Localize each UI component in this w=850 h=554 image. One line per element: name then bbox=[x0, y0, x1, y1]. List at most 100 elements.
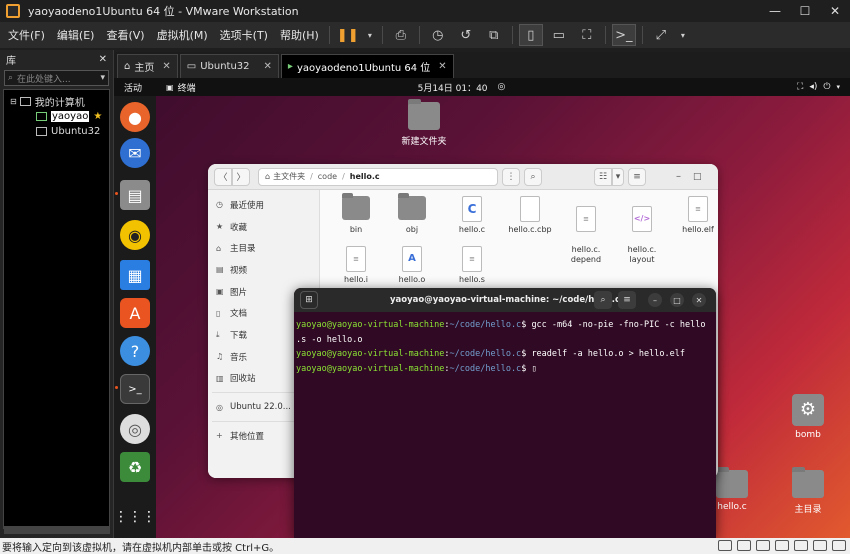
close-icon[interactable]: ✕ bbox=[438, 61, 446, 72]
vm-screen[interactable]: 活动 ▣ 终端 5月14日 01：40 ◎ ⛶ ◂) ⏻ ▾ ● ✉ ▤ ◉ ▦… bbox=[114, 78, 850, 538]
revert-snapshot-icon[interactable]: ↺ bbox=[455, 25, 477, 45]
maximize-button[interactable]: □ bbox=[693, 172, 702, 182]
new-tab-icon[interactable]: ⊞ bbox=[300, 291, 318, 309]
pause-icon[interactable]: ❚❚ bbox=[337, 25, 359, 45]
terminal-icon[interactable]: >_ bbox=[120, 374, 150, 404]
forward-button[interactable]: 〉 bbox=[232, 167, 250, 186]
cd-rom-icon[interactable] bbox=[737, 540, 751, 551]
file-item-obj[interactable]: obj bbox=[386, 193, 438, 235]
path-bar[interactable]: ⌂ 主文件夹 / code / hello.c bbox=[258, 167, 498, 186]
library-scrollbar[interactable] bbox=[4, 526, 110, 534]
fullscreen-icon[interactable]: ⛶ bbox=[576, 25, 598, 45]
file-item-hello-c-depend[interactable]: ≡ hello.c. depend bbox=[560, 196, 612, 265]
terminal-output[interactable]: yaoyao@yaoyao-virtual-machine:~/code/hel… bbox=[294, 312, 716, 376]
tab-home[interactable]: ⌂ 主页 ✕ bbox=[117, 54, 178, 78]
files-icon[interactable]: ▤ bbox=[120, 180, 150, 210]
library-search-input[interactable]: ⌕ 在此处键入... ▾ bbox=[4, 70, 109, 86]
snapshot-icon[interactable]: ◷ bbox=[427, 25, 449, 45]
network-adapter-icon[interactable] bbox=[756, 540, 770, 551]
menu-vm[interactable]: 虚拟机(M) bbox=[151, 27, 214, 43]
file-item-hello-o[interactable]: A hello.o bbox=[386, 246, 438, 285]
menu-icon[interactable]: ≡ bbox=[618, 291, 636, 309]
search-button[interactable]: ⌕ bbox=[524, 167, 542, 186]
desktop-home[interactable]: 主目录 bbox=[778, 467, 838, 515]
view-options-button[interactable]: ▾ bbox=[612, 167, 624, 186]
app-center-icon[interactable]: A bbox=[120, 298, 150, 328]
libreoffice-writer-icon[interactable]: ▦ bbox=[120, 260, 150, 290]
close-icon[interactable]: ✕ bbox=[264, 61, 272, 72]
maximize-button[interactable]: ☐ bbox=[790, 0, 820, 22]
volume-icon[interactable]: ◂) bbox=[809, 82, 817, 92]
firefox-icon[interactable]: ● bbox=[120, 102, 150, 132]
minimize-button[interactable]: – bbox=[676, 171, 681, 182]
menu-file[interactable]: 文件(F) bbox=[2, 27, 51, 43]
path-home[interactable]: 主文件夹 bbox=[273, 171, 305, 182]
file-item-hello-c[interactable]: C hello.c bbox=[446, 196, 498, 235]
file-item-bin[interactable]: bin bbox=[330, 193, 382, 235]
tree-item-yaoyao[interactable]: yaoyao ★ bbox=[4, 109, 109, 124]
power-icon[interactable]: ⏻ bbox=[823, 82, 830, 92]
file-item-hello-c-layout[interactable]: </> hello.c. layout bbox=[616, 196, 668, 265]
tab-ubuntu32[interactable]: ▭ Ubuntu32 ✕ bbox=[179, 54, 279, 78]
network-icon[interactable]: ⛶ bbox=[797, 82, 803, 92]
app-menu[interactable]: 终端 bbox=[178, 81, 196, 94]
menu-edit[interactable]: 编辑(E) bbox=[51, 27, 101, 43]
path-code[interactable]: code bbox=[318, 172, 337, 181]
send-keys-icon[interactable]: ⎙ bbox=[390, 25, 412, 45]
search-icon[interactable]: ⌕ bbox=[594, 291, 612, 309]
terminal-window[interactable]: ⊞ yaoyao@yaoyao-virtual-machine: ~/code/… bbox=[294, 288, 716, 538]
tree-root-my-computer[interactable]: ⊟ 我的计算机 bbox=[4, 94, 109, 109]
close-icon[interactable]: ✕ bbox=[162, 61, 170, 72]
chevron-down-icon[interactable]: ▾ bbox=[365, 25, 375, 45]
console-view-icon[interactable]: >_ bbox=[611, 24, 636, 46]
file-item-hello-s[interactable]: ≡ hello.s bbox=[446, 246, 498, 285]
display-icon[interactable] bbox=[832, 540, 846, 551]
help-icon[interactable]: ? bbox=[120, 336, 150, 366]
minimize-icon[interactable]: – bbox=[648, 293, 662, 307]
close-button[interactable]: ✕ bbox=[820, 0, 850, 22]
sidebar-item-home[interactable]: ⌂ 主目录 bbox=[208, 237, 319, 259]
view-grid-button[interactable]: ☷ bbox=[594, 167, 612, 186]
file-item-hello-c-cbp[interactable]: hello.c.cbp bbox=[504, 196, 556, 235]
sidebar-item-starred[interactable]: ★ 收藏 bbox=[208, 216, 319, 238]
thumbnail-view-icon[interactable]: ▭ bbox=[548, 25, 570, 45]
desktop-new-folder[interactable]: 新建文件夹 bbox=[394, 99, 454, 147]
menu-help[interactable]: 帮助(H) bbox=[274, 27, 325, 43]
main-menu-button[interactable]: ≡ bbox=[628, 167, 646, 186]
file-item-hello-i[interactable]: ≡ hello.i bbox=[330, 246, 382, 285]
path-current[interactable]: hello.c bbox=[350, 172, 380, 181]
thunderbird-icon[interactable]: ✉ bbox=[120, 138, 150, 168]
clock[interactable]: 5月14日 01：40 bbox=[418, 81, 488, 94]
snapshot-manager-icon[interactable]: ⧉ bbox=[483, 25, 505, 45]
close-icon[interactable]: ✕ bbox=[692, 293, 706, 307]
sidebar-item-recent[interactable]: ◷ 最近使用 bbox=[208, 194, 319, 216]
file-item-hello-elf[interactable]: ≡ hello.elf bbox=[672, 196, 718, 235]
chevron-down-icon[interactable]: ▾ bbox=[678, 25, 688, 45]
hard-disk-icon[interactable] bbox=[718, 540, 732, 551]
menu-view[interactable]: 查看(V) bbox=[100, 27, 150, 43]
tree-item-ubuntu32[interactable]: Ubuntu32 bbox=[4, 124, 109, 139]
activities-button[interactable]: 活动 bbox=[124, 81, 142, 94]
usb-icon[interactable] bbox=[775, 540, 789, 551]
maximize-icon[interactable]: □ bbox=[670, 293, 684, 307]
printer-icon[interactable] bbox=[813, 540, 827, 551]
stretch-icon[interactable]: ⤢ bbox=[650, 25, 672, 45]
show-apps-icon[interactable]: ⋮⋮⋮ bbox=[114, 502, 156, 532]
minimize-button[interactable]: — bbox=[760, 0, 790, 22]
recycle-bin-icon[interactable]: ♻ bbox=[120, 452, 150, 482]
file-label: hello.c. layout bbox=[627, 245, 657, 264]
desktop-bomb[interactable]: ⚙ bomb bbox=[778, 394, 838, 440]
menu-tabs[interactable]: 选项卡(T) bbox=[214, 27, 274, 43]
back-button[interactable]: 〈 bbox=[214, 167, 232, 186]
sound-card-icon[interactable] bbox=[794, 540, 808, 551]
collapse-icon[interactable]: ⊟ bbox=[10, 97, 17, 106]
library-close-icon[interactable]: ✕ bbox=[99, 54, 107, 65]
dvd-drive-icon[interactable]: ◎ bbox=[120, 414, 150, 444]
rhythmbox-icon[interactable]: ◉ bbox=[120, 220, 150, 250]
tab-yaoyao[interactable]: ▸ yaoyaodeno1Ubuntu 64 位 ✕ bbox=[280, 54, 454, 78]
sidebar-item-videos[interactable]: ▤ 视频 bbox=[208, 259, 319, 281]
library-view-icon[interactable]: ▯ bbox=[518, 24, 543, 46]
path-menu-button[interactable]: ⋮ bbox=[502, 167, 520, 186]
chevron-down-icon[interactable]: ▾ bbox=[836, 83, 840, 91]
chevron-down-icon[interactable]: ▾ bbox=[100, 73, 105, 83]
